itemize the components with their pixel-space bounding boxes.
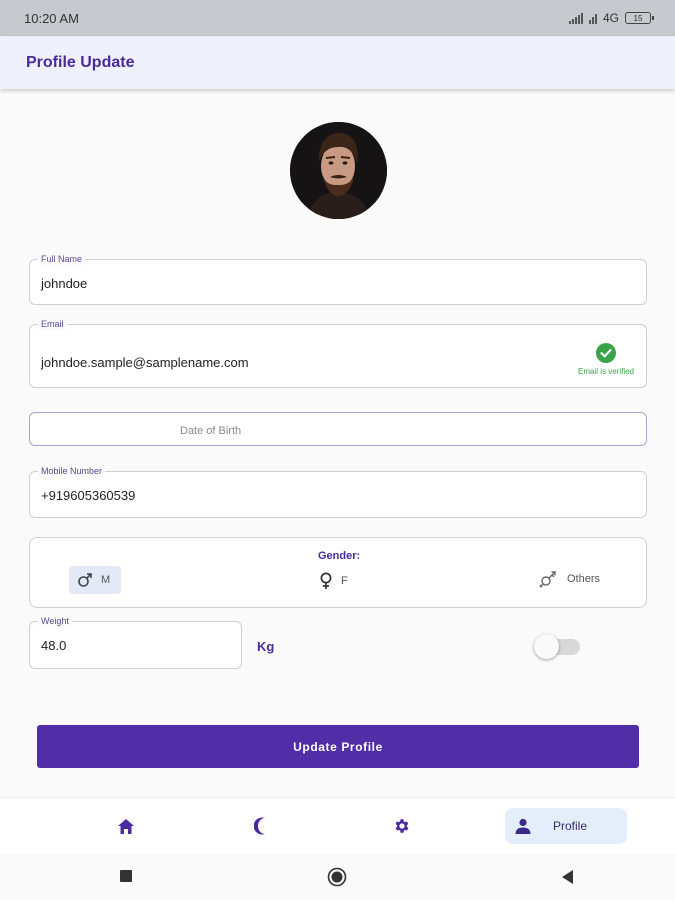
female-icon [320,572,332,589]
gear-icon [395,819,409,833]
moon-icon [254,817,265,835]
mobile-number-value: +919605360539 [41,488,136,503]
gender-option-male-label: M [101,574,111,586]
gender-selector: Gender: M F Others [29,537,647,608]
mobile-number-label: Mobile Number [38,466,106,477]
signal-icon [568,12,583,24]
full-name-value: johndoe [41,276,88,291]
nav-item-home[interactable] [108,808,144,844]
square-icon [120,870,132,882]
check-circle-icon [595,343,616,363]
weight-unit: Kg [257,639,275,654]
nav-item-profile-label: Profile [553,819,588,833]
gender-option-female[interactable]: F [319,572,348,590]
gender-title: Gender: [318,550,361,562]
bottom-nav: Profile [0,797,675,854]
weight-value: 48.0 [41,638,67,653]
mobile-number-field[interactable]: Mobile Number +919605360539 [29,466,647,518]
home-icon [118,818,134,834]
nav-item-settings[interactable] [384,808,420,844]
status-time: 10:20 AM [24,10,79,26]
avatar-photo [290,122,387,219]
date-of-birth-field[interactable]: Date of Birth [29,412,647,446]
email-verified-indicator: Email is verified [578,343,634,376]
recents-button[interactable] [119,869,133,888]
weight-field[interactable]: Weight 48.0 [29,616,242,669]
full-name-field[interactable]: Full Name johndoe [29,254,647,305]
back-system-button[interactable] [561,869,575,890]
back-triangle-icon [562,870,573,884]
date-of-birth-placeholder: Date of Birth [180,425,242,437]
network-type: 4G [602,11,619,25]
transgender-icon [539,571,556,588]
gender-option-others[interactable]: Others [539,570,600,588]
email-verified-text: Email is verified [577,367,634,376]
avatar[interactable] [290,122,387,219]
nav-item-profile[interactable]: Profile [505,808,627,844]
status-bar: 10:20 AM 4G 15 [0,0,675,36]
battery-level: 15 [633,13,643,23]
gender-option-male[interactable]: M [69,566,121,594]
male-icon [78,573,92,587]
system-nav-bar [0,854,675,900]
nav-item-theme[interactable] [244,808,280,844]
email-value: johndoe.sample@samplename.com [41,355,249,370]
weight-unit-toggle[interactable] [534,632,582,660]
gender-option-others-label: Others [567,573,601,585]
battery-icon: 15 [625,12,654,24]
email-label: Email [38,319,67,330]
email-field[interactable]: Email johndoe.sample@samplename.com Emai… [29,319,647,388]
status-indicators: 4G 15 [568,11,654,25]
full-name-label: Full Name [38,254,86,265]
circle-icon [327,867,347,887]
app-bar: Profile Update [0,36,675,89]
update-profile-button[interactable]: Update Profile [37,725,639,768]
page-title: Profile Update [26,53,135,71]
home-system-button[interactable] [327,867,347,892]
toggle-thumb [534,634,559,659]
weight-label: Weight [38,616,72,627]
gender-option-female-label: F [341,575,348,587]
person-icon [515,818,531,834]
signal-2-icon [588,13,597,24]
